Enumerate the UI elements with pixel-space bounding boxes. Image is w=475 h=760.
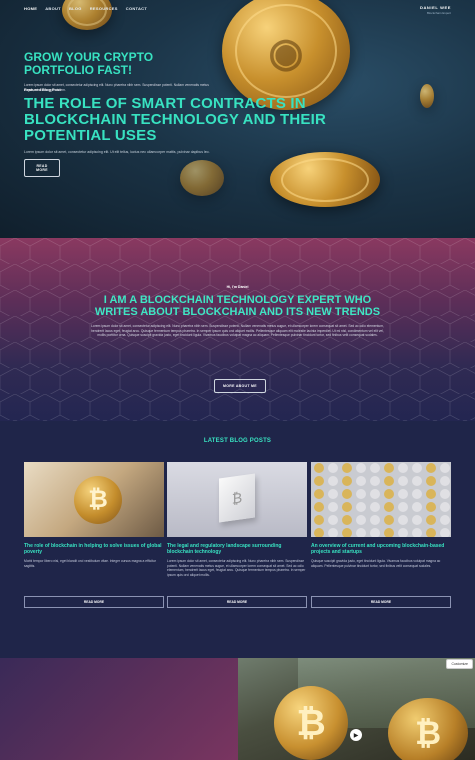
blog-card-title[interactable]: The role of blockchain in helping to sol… [24,543,164,555]
about-section: Hi, I'm Daniel I AM A BLOCKCHAIN TECHNOL… [0,238,475,421]
blog-card-image[interactable]: ₿ [24,462,164,537]
brand[interactable]: DANIEL WEE Blockchain Expert [420,5,451,15]
blog-card-excerpt: Morbi tempor libero nisi, eget blandit o… [24,559,156,568]
blog-card: ₿ The role of blockchain in helping to s… [24,462,164,608]
grow-title: GROW YOUR CRYPTO PORTFOLIO FAST! [24,51,153,77]
grow-left-panel [0,658,238,760]
nav-home[interactable]: HOME [24,6,37,11]
coin-right-image [420,84,434,108]
blog-card-excerpt: Quisque suscipit gravida justo, eget tin… [311,559,441,568]
grow-description: Lorem ipsum dolor sit amet, consectetur … [24,83,209,92]
play-icon[interactable]: ▶ [350,729,362,741]
hero-text: Featured Blog Post THE ROLE OF SMART CON… [24,87,384,154]
hero-section: ◉ HOME ABOUT BLOG RESOURCES CONTACT DANI… [0,0,475,238]
nav-about[interactable]: ABOUT [45,6,61,11]
coin-bottom-image [270,152,380,207]
nav-contact[interactable]: CONTACT [126,6,147,11]
about-greeting: Hi, I'm Daniel [226,285,249,289]
blog-card-image[interactable] [311,462,451,537]
hero-read-more-button[interactable]: READ MORE [24,159,60,177]
blog-card: An overview of current and upcoming bloc… [311,462,451,608]
nav-resources[interactable]: RESOURCES [90,6,118,11]
more-about-me-button[interactable]: MORE ABOUT ME [214,379,266,393]
bitcoin-icon: ₿ [74,476,122,524]
blog-card-excerpt: Lorem ipsum dolor sit amet, consectetur … [167,559,306,577]
latest-posts-heading: LATEST BLOG POSTS [203,438,272,444]
blog-card-image[interactable]: ₿ [167,462,307,537]
coins-grid-icon [314,463,450,537]
blog-card-title[interactable]: The legal and regulatory landscape surro… [167,543,307,555]
read-more-button[interactable]: READ MORE [167,596,307,608]
bitcoin-coin-icon: ₿ [388,698,468,760]
blog-card-title[interactable]: An overview of current and upcoming bloc… [311,543,451,555]
hero-description: Lorem ipsum dolor sit amet, consectetur … [24,150,210,154]
hero-title[interactable]: THE ROLE OF SMART CONTRACTS IN BLOCKCHAI… [24,96,384,144]
bitcoin-coin-icon: ₿ [274,686,348,760]
blog-card: ₿ The legal and regulatory landscape sur… [167,462,307,608]
brand-name: DANIEL WEE [419,5,451,10]
customize-button[interactable]: Customize [446,659,473,669]
about-title: I AM A BLOCKCHAIN TECHNOLOGY EXPERT WHO … [94,294,381,318]
about-description: Lorem ipsum dolor sit amet, consectetur … [91,324,384,338]
grow-section: ₿ ₿ [0,658,475,760]
read-more-button[interactable]: READ MORE [24,596,164,608]
brand-tagline: Blockchain Expert [426,11,451,15]
nav-blog[interactable]: BLOG [69,6,82,11]
coin-mid-image [180,160,224,196]
about-content: Hi, I'm Daniel I AM A BLOCKCHAIN TECHNOL… [90,285,385,338]
grow-image: ₿ ₿ [238,658,475,760]
grow-title-line2: PORTFOLIO FAST! [24,63,132,77]
coin-small-image [62,0,112,30]
read-more-button[interactable]: READ MORE [311,596,451,608]
crypto-cube-icon: ₿ [219,473,255,523]
main-nav: HOME ABOUT BLOG RESOURCES CONTACT [24,6,147,11]
